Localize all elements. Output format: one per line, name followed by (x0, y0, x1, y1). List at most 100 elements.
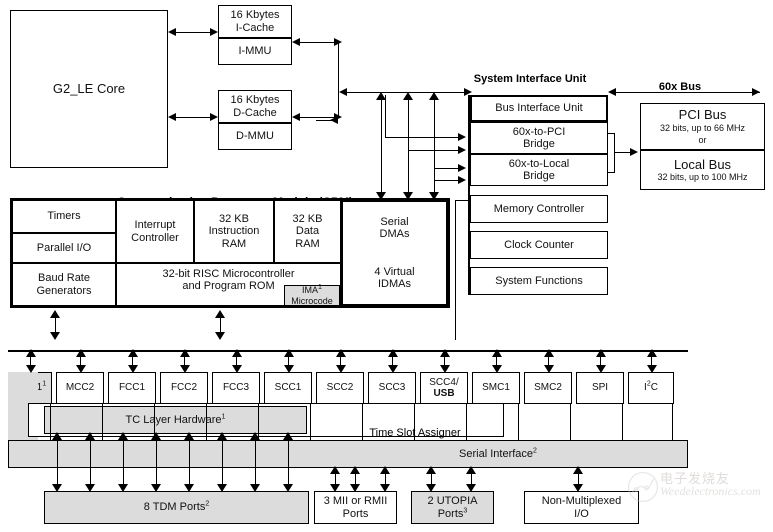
dmmu-block: D-MMU (218, 123, 292, 150)
controller-down-rail (258, 404, 259, 440)
cpm-local-bridge-arrow-1 (458, 164, 466, 172)
controller-label: SMC2 (534, 382, 562, 394)
controller-scc2-block[interactable]: SCC2 (316, 372, 364, 404)
siu-left-rail (468, 95, 470, 295)
60x-bus-arrow-left (608, 88, 616, 96)
tdm-port-arrow (85, 432, 95, 492)
bus-or-label: or (698, 134, 707, 145)
controller-down-rail (414, 404, 415, 440)
controller-bus-arrow (387, 349, 398, 373)
controller-bus-arrow (75, 349, 86, 373)
controller-scc1-block[interactable]: SCC1 (264, 372, 312, 404)
mii-ports-line2: Ports (342, 507, 369, 520)
time-slot-assigner-label: Time Slot Assigner (330, 414, 500, 439)
g2le-core-block: G2_LE Core (10, 10, 168, 168)
immu-block: I-MMU (218, 38, 292, 65)
tdm-port-arrow (184, 432, 194, 492)
controller-label: SCC1 (274, 382, 302, 394)
mmu-to-spine-arrow (330, 116, 338, 124)
cpm-ima-sup: 1 (318, 284, 322, 292)
cpm-interrupt-controller: Interrupt Controller (116, 200, 194, 263)
port-arrow (426, 466, 436, 492)
dma-vertical-arrow-1 (376, 92, 386, 200)
controller-scc3-block[interactable]: SCC3 (368, 372, 416, 404)
cpm-local-bridge-arrow-2 (458, 176, 466, 184)
serial-interface-bar: Serial Interface2 (8, 440, 688, 468)
controller-down-rail (206, 404, 207, 440)
tdm-port-arrow (283, 432, 293, 492)
controller-fcc1-block[interactable]: FCC1 (108, 372, 156, 404)
controller-label-second: USB (433, 388, 455, 399)
controller-bus-arrow (25, 349, 36, 373)
bridge-connector-top (608, 133, 615, 134)
cpm-timers: Timers (12, 200, 116, 233)
controller-mcc2-block[interactable]: MCC2 (56, 372, 104, 404)
controller-i2c-block[interactable]: I2C (628, 372, 674, 404)
tdm-ports-block: 8 TDM Ports2 (44, 491, 309, 524)
siu-local-bridge-line2: Bridge (523, 170, 555, 182)
cpm-intc-line2: Controller (131, 231, 179, 244)
core-bus-spine-arrow-left (339, 88, 347, 96)
siu-60x-to-local-bridge: 60x-to-Local Bridge (470, 154, 608, 186)
controller-label: MCC2 (65, 382, 95, 394)
siu-down-connector-v (455, 200, 456, 340)
controller-scc4-block[interactable]: SCC4/USB (420, 372, 468, 404)
siu-title-line1: System Interface Unit (473, 72, 587, 85)
local-bus-block: Local Bus 32 bits, up to 100 MHz (640, 150, 765, 190)
immu-bus-arrow (292, 38, 342, 47)
cpm-dma-line3: 4 Virtual (374, 265, 415, 278)
local-bus-spec: 32 bits, up to 100 MHz (657, 172, 748, 183)
bridge-connector-vline (614, 133, 615, 173)
cpm-baud-rate-generators: Baud Rate Generators (12, 263, 116, 306)
controller-fcc3-block[interactable]: FCC3 (212, 372, 260, 404)
utopia-ports-line1: 2 UTOPIA (427, 495, 478, 508)
utopia-ports-text: Ports (437, 507, 464, 520)
60x-bus-arrow-right (752, 88, 760, 96)
core-icache-arrow (168, 28, 218, 37)
dmmu-label: D-MMU (236, 130, 274, 143)
controller-down-rail (102, 404, 103, 440)
controller-label: I2C (644, 381, 658, 394)
controller-bus-arrow (439, 349, 450, 373)
block-diagram-canvas: G2_LE Core 16 Kbytes I-Cache I-MMU 16 Kb… (0, 0, 773, 532)
tdm-ports-sup: 2 (205, 500, 210, 508)
controller-fcc2-block[interactable]: FCC2 (160, 372, 208, 404)
controller-down-rail (362, 404, 363, 440)
cpm-dram-line2: Data (295, 225, 320, 238)
tc-layer-sup: 1 (221, 413, 226, 421)
controller-down-rail (310, 404, 311, 440)
cpm-iram-line3: RAM (221, 237, 247, 250)
controller-down-rail (518, 404, 519, 440)
controller-label: FCC2 (170, 382, 198, 394)
controller-down-rail (154, 404, 155, 440)
tdm-port-arrow (52, 432, 62, 492)
controller-bus-arrow (127, 349, 138, 373)
controller-label: SCC4/ (429, 376, 459, 388)
mmu-junction-vline (338, 42, 339, 118)
controller-spi-block[interactable]: SPI (576, 372, 624, 404)
tdm-port-arrow (250, 432, 260, 492)
watermark-en-text: Weedelectronics.com (660, 484, 761, 498)
icache-block: 16 Kbytes I-Cache (218, 5, 292, 38)
cpm-dram-line1: 32 KB (292, 213, 323, 226)
cpm-risc-line2: and Program ROM (182, 280, 275, 293)
cpm-dma-line2: DMAs (379, 228, 410, 240)
pci-bus-spec: 32 bits, up to 66 MHz (659, 122, 746, 133)
cpm-data-ram: 32 KB Data RAM (274, 200, 341, 263)
port-arrow (330, 466, 340, 492)
utopia-ports-block: 2 UTOPIA Ports3 (411, 491, 494, 524)
cpm-instruction-ram: 32 KB Instruction RAM (194, 200, 274, 263)
controller-smc1-block[interactable]: SMC1 (472, 372, 520, 404)
controller-label: FCC1 (118, 382, 146, 394)
port-arrow (380, 466, 390, 492)
siu-memctl-label: Memory Controller (493, 202, 585, 215)
siu-pci-bridge-line2: Bridge (523, 138, 555, 150)
siu-local-bridge-line1: 60x-to-Local (508, 157, 570, 170)
controller-smc2-block[interactable]: SMC2 (524, 372, 572, 404)
cpm-to-peripheral-arrow-left (50, 310, 60, 340)
siu-system-functions: System Functions (470, 267, 608, 295)
nmio-line1: Non-Multiplexed (541, 495, 622, 508)
dcache-size-label: 16 Kbytes (230, 94, 280, 107)
utopia-ports-line2: Ports3 (437, 507, 468, 520)
tdm-ports-label: 8 TDM Ports2 (144, 500, 210, 514)
